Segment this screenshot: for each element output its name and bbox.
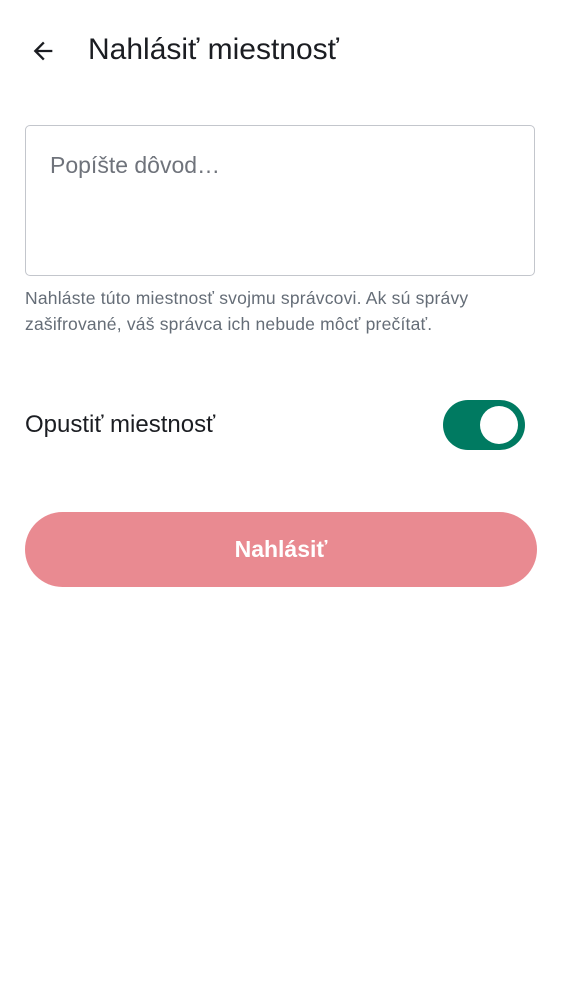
page-title: Nahlásiť miestnosť <box>88 33 339 66</box>
reason-input[interactable] <box>50 150 510 250</box>
leave-room-label: Opustiť miestnosť <box>25 411 216 438</box>
toggle-knob <box>480 406 518 444</box>
reason-field-container <box>25 125 535 276</box>
leave-room-row: Opustiť miestnosť <box>25 395 537 455</box>
reason-helper-text: Nahláste túto miestnosť svojmu správcovi… <box>25 288 469 334</box>
top-app-bar: Nahlásiť miestnosť <box>0 0 562 100</box>
arrow-back-icon <box>33 41 53 61</box>
back-button[interactable] <box>22 30 64 72</box>
leave-room-toggle[interactable] <box>443 400 525 450</box>
report-button[interactable]: Nahlásiť <box>25 512 537 587</box>
